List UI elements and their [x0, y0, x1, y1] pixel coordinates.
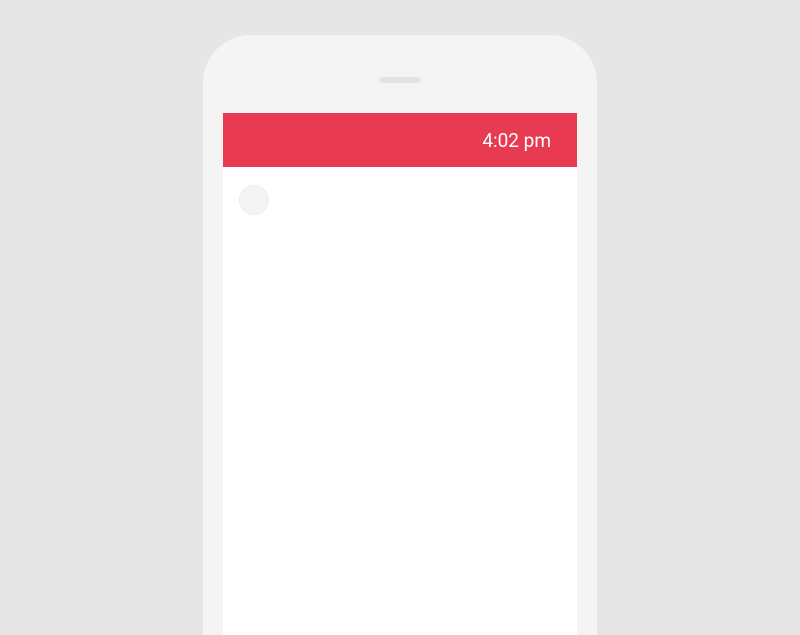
- avatar-placeholder: [239, 185, 269, 215]
- phone-frame: 4:02 pm: [203, 35, 597, 635]
- status-time: 4:02 pm: [482, 129, 551, 152]
- status-bar: 4:02 pm: [223, 113, 577, 167]
- phone-screen: 4:02 pm: [223, 113, 577, 635]
- phone-speaker: [379, 77, 421, 83]
